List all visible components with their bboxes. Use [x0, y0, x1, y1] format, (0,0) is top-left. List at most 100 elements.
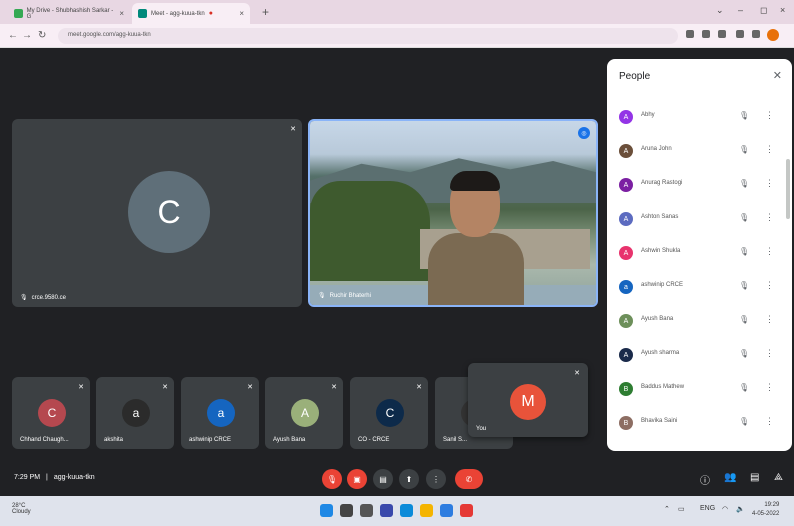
- participant-tile[interactable]: ✕ C Chhand Chaugh...: [12, 377, 90, 449]
- people-panel: People ✕ A Abhy 🎙 ⋮ A Aruna John 🎙 ⋮ A A…: [607, 59, 792, 451]
- info-icon[interactable]: ⓘ: [700, 472, 710, 487]
- meet-favicon-icon: [138, 9, 147, 18]
- more-options-icon[interactable]: ⋮: [765, 416, 774, 427]
- edge-icon[interactable]: [400, 504, 413, 517]
- mic-off-icon[interactable]: 🎙: [739, 383, 749, 392]
- list-item[interactable]: A Ayush Bana 🎙 ⋮: [607, 305, 792, 339]
- participant-name: Ayush Bana: [273, 437, 306, 443]
- video-tile[interactable]: ◎ 🎙 Ruchir Bhaterhi: [308, 119, 598, 307]
- more-options-icon[interactable]: ⋮: [765, 212, 774, 223]
- maximize-icon[interactable]: ◻: [760, 5, 767, 16]
- mic-toggle-button[interactable]: 🎙: [322, 469, 342, 489]
- new-tab-icon[interactable]: +: [262, 5, 269, 19]
- list-item[interactable]: A Aruna John 🎙 ⋮: [607, 135, 792, 169]
- browser-tab-meet[interactable]: Meet - agg-kuua-tkn ● ×: [132, 3, 250, 24]
- close-icon[interactable]: ×: [239, 9, 244, 18]
- present-button[interactable]: ⬆: [399, 469, 419, 489]
- wifi-icon[interactable]: ◠: [722, 505, 728, 513]
- mic-off-icon: ✕: [331, 384, 337, 391]
- mic-off-icon[interactable]: 🎙: [739, 315, 749, 324]
- mic-off-icon[interactable]: 🎙: [739, 349, 749, 358]
- mic-off-icon: ✕: [247, 384, 253, 391]
- list-item[interactable]: B Baddus Mathew 🎙 ⋮: [607, 373, 792, 407]
- mic-off-icon: ✕: [290, 126, 296, 133]
- participant-tile[interactable]: ✕ a ashwinip CRCE: [181, 377, 259, 449]
- scrollbar[interactable]: [786, 159, 790, 219]
- participant-name: Chhand Chaugh...: [20, 437, 69, 443]
- more-options-icon[interactable]: ⋮: [765, 246, 774, 257]
- reload-icon[interactable]: ↻: [38, 30, 46, 41]
- extension-icon[interactable]: [702, 30, 710, 38]
- participant-tile[interactable]: ✕ A Ayush Bana: [265, 377, 343, 449]
- forward-icon[interactable]: →: [22, 30, 32, 41]
- minimize-icon[interactable]: –: [738, 5, 743, 15]
- search-icon[interactable]: [340, 504, 353, 517]
- mic-off-icon[interactable]: 🎙: [739, 247, 749, 256]
- language-icon[interactable]: ENG: [700, 505, 715, 512]
- more-options-icon[interactable]: ⋮: [765, 280, 774, 291]
- task-view-icon[interactable]: [360, 504, 373, 517]
- list-item[interactable]: B Bhavika Saini 🎙 ⋮: [607, 407, 792, 441]
- mic-off-icon[interactable]: 🎙: [739, 179, 749, 188]
- participant-tile[interactable]: ✕ C 🎙 crce.9580.ce: [12, 119, 302, 307]
- mic-off-icon[interactable]: 🎙: [739, 417, 749, 426]
- more-options-icon[interactable]: ⋮: [765, 382, 774, 393]
- participant-name: Ashton Sanas: [641, 214, 679, 220]
- battery-icon[interactable]: ▭: [678, 505, 685, 513]
- captions-button[interactable]: ▤: [373, 469, 393, 489]
- more-options-icon[interactable]: ⋮: [765, 110, 774, 121]
- extension-icon[interactable]: [686, 30, 694, 38]
- list-item[interactable]: A Anurag Rastogi 🎙 ⋮: [607, 169, 792, 203]
- chat-icon[interactable]: ▤: [750, 472, 759, 483]
- volume-icon[interactable]: 🔈: [736, 505, 745, 513]
- window-close-icon[interactable]: ×: [780, 5, 785, 15]
- leave-call-button[interactable]: ✆: [455, 469, 483, 489]
- system-clock[interactable]: 19:29 4-05-2022: [752, 501, 779, 519]
- close-icon[interactable]: ×: [119, 9, 124, 18]
- chat-app-icon[interactable]: [380, 504, 393, 517]
- list-item[interactable]: A Abhy 🎙 ⋮: [607, 101, 792, 135]
- camera-toggle-button[interactable]: ▣: [347, 469, 367, 489]
- pin-icon[interactable]: ◎: [578, 127, 590, 139]
- more-options-icon[interactable]: ⋮: [765, 178, 774, 189]
- people-icon[interactable]: 👥: [724, 472, 736, 483]
- avatar: a: [122, 399, 150, 427]
- avatar: a: [207, 399, 235, 427]
- media-control-icon[interactable]: [736, 30, 744, 38]
- browser-tab-drive[interactable]: My Drive - Shubhashish Sarkar - G ×: [8, 3, 130, 24]
- mic-off-icon[interactable]: 🎙: [739, 145, 749, 154]
- start-icon[interactable]: [320, 504, 333, 517]
- participant-tile[interactable]: ✕ a akshita: [96, 377, 174, 449]
- chevron-up-icon[interactable]: ⌃: [664, 505, 670, 513]
- self-view-tile[interactable]: ✕ M You: [468, 363, 588, 437]
- chrome-icon[interactable]: [460, 504, 473, 517]
- more-options-icon[interactable]: ⋮: [765, 144, 774, 155]
- more-options-icon[interactable]: ⋮: [765, 314, 774, 325]
- back-icon[interactable]: ←: [8, 30, 18, 41]
- extension-icon[interactable]: [718, 30, 726, 38]
- profile-avatar[interactable]: [767, 29, 779, 41]
- list-item[interactable]: a ashwinip CRCE 🎙 ⋮: [607, 271, 792, 305]
- weather-widget[interactable]: 28°C Cloudy: [12, 503, 31, 515]
- address-bar-row: ← → ↻ meet.google.com/agg-kuua-tkn: [0, 24, 794, 48]
- file-explorer-icon[interactable]: [420, 504, 433, 517]
- list-item[interactable]: A Ashwin Shukla 🎙 ⋮: [607, 237, 792, 271]
- chevron-down-icon[interactable]: ⌄: [716, 5, 724, 16]
- panel-title: People: [619, 71, 651, 82]
- more-options-icon[interactable]: ⋮: [765, 348, 774, 359]
- store-icon[interactable]: [440, 504, 453, 517]
- activities-icon[interactable]: ⟁: [774, 472, 783, 483]
- participant-tile[interactable]: ✕ C CO - CRCE: [350, 377, 428, 449]
- os-taskbar: 28°C Cloudy ⌃ ▭ ENG ◠ 🔈 19:29 4-05-2022: [0, 496, 794, 526]
- list-item[interactable]: A Ashton Sanas 🎙 ⋮: [607, 203, 792, 237]
- sidebar-icon[interactable]: [752, 30, 760, 38]
- close-icon[interactable]: ✕: [773, 69, 782, 82]
- participant-name: Baddus Mathew: [641, 384, 685, 390]
- mic-off-icon[interactable]: 🎙: [739, 213, 749, 222]
- url-field[interactable]: meet.google.com/agg-kuua-tkn: [58, 28, 678, 44]
- mic-off-icon: ✕: [574, 370, 580, 377]
- list-item[interactable]: A Ayush sharma 🎙 ⋮: [607, 339, 792, 373]
- mic-off-icon[interactable]: 🎙: [739, 281, 749, 290]
- mic-off-icon[interactable]: 🎙: [739, 111, 749, 120]
- more-options-button[interactable]: ⋮: [426, 469, 446, 489]
